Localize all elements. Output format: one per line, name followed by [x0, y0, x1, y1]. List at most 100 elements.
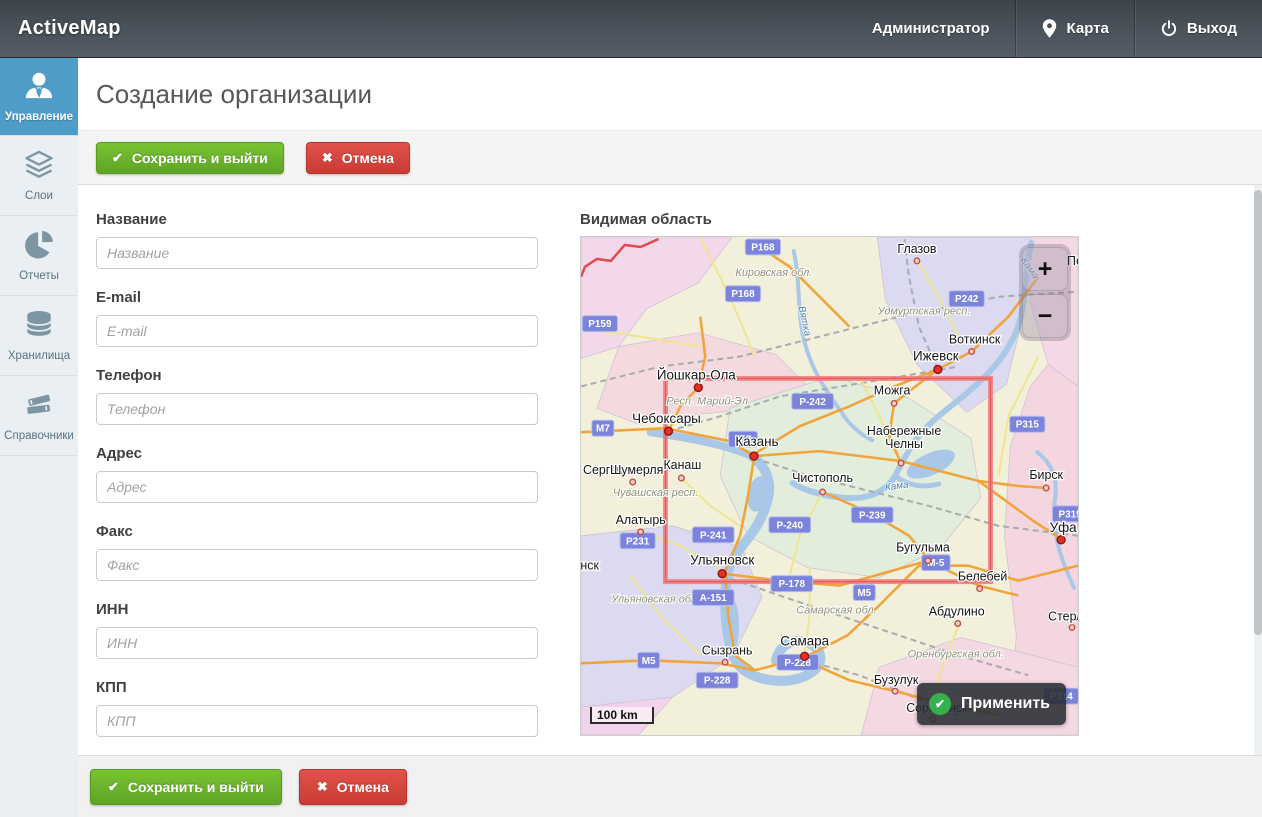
fax-input[interactable]: [96, 549, 538, 581]
field-label: E-mail: [96, 289, 538, 306]
phone-input[interactable]: [96, 393, 538, 425]
save-button[interactable]: ✔ Сохранить и выйти: [96, 142, 284, 174]
svg-text:М7: М7: [596, 424, 610, 435]
sidebar-item-label: Управление: [5, 111, 73, 123]
svg-text:Р231: Р231: [626, 536, 650, 547]
svg-text:Р168: Р168: [731, 289, 755, 300]
map-city: Абдулино: [929, 604, 985, 626]
svg-text:Сызрань: Сызрань: [702, 643, 753, 657]
vertical-scrollbar[interactable]: [1254, 185, 1262, 755]
app-logo: ActiveMap: [0, 17, 121, 40]
cross-icon: ✖: [322, 150, 333, 166]
location-pin-icon: [1041, 18, 1058, 39]
svg-text:Р315: Р315: [1016, 420, 1040, 431]
svg-text:Р-228: Р-228: [704, 676, 731, 687]
map-city: Канаш: [663, 458, 701, 481]
region-label: Оренбургская обл.: [908, 648, 1004, 660]
svg-text:М5: М5: [857, 588, 871, 599]
cancel-button[interactable]: ✖ Отмена: [306, 142, 410, 174]
map-city: Шумерля: [610, 463, 663, 485]
sidebar-item-layers[interactable]: Слои: [0, 136, 78, 216]
sidebar-item-label: Справочники: [4, 430, 74, 442]
svg-text:Воткинск: Воткинск: [949, 333, 1001, 347]
svg-text:Ульяновск: Ульяновск: [690, 553, 754, 568]
road-badge: Р-178: [771, 576, 813, 592]
map-city: Саранск: [581, 559, 599, 573]
logout-link[interactable]: Выход: [1135, 0, 1262, 57]
svg-text:Шумерля: Шумерля: [610, 463, 663, 477]
map-scale-bar: 100 km: [590, 707, 654, 724]
svg-text:Белебей: Белебей: [958, 570, 1007, 584]
sidebar-item-label: Хранилища: [8, 350, 70, 362]
power-icon: [1160, 19, 1178, 38]
svg-text:Р242: Р242: [955, 294, 979, 305]
email-input[interactable]: [96, 315, 538, 347]
road-badge: М5: [853, 585, 875, 601]
check-circle-icon: ✔: [929, 693, 951, 715]
river-label: Вятка: [796, 305, 813, 338]
sidebar-item-label: Слои: [25, 190, 53, 202]
sidebar-item-management[interactable]: Управление: [0, 58, 78, 136]
map-svg: Кировская обл.Удмуртская респ.Респ. Мари…: [581, 237, 1078, 735]
svg-text:Самара: Самара: [780, 633, 829, 648]
road-badge: Р-228: [696, 672, 738, 688]
scrollbar-thumb[interactable]: [1254, 190, 1262, 635]
zoom-in-button[interactable]: +: [1022, 247, 1068, 291]
sidebar-item-directories[interactable]: Справочники: [0, 376, 78, 456]
page-header: Создание организации: [78, 58, 1262, 131]
svg-text:Бугульма: Бугульма: [896, 541, 950, 555]
layers-icon: [21, 147, 57, 183]
region-label: Респ. Марий-Эл: [666, 395, 748, 407]
svg-text:Р-242: Р-242: [799, 397, 826, 408]
database-icon: [21, 307, 57, 343]
svg-text:Р-239: Р-239: [859, 510, 886, 521]
road-badge: Р231: [620, 533, 655, 549]
svg-text:Бузулук: Бузулук: [874, 673, 919, 687]
top-bar: ActiveMap Администратор Карта Выход: [0, 0, 1262, 58]
map-viewport[interactable]: Кировская обл.Удмуртская респ.Респ. Мари…: [580, 236, 1079, 736]
svg-text:Чистополь: Чистополь: [792, 471, 853, 485]
main-panel: Создание организации ✔ Сохранить и выйти…: [78, 58, 1262, 817]
svg-text:Чебоксары: Чебоксары: [632, 411, 701, 426]
sidebar: Управление Слои Отчеты Хранилища Справоч…: [0, 58, 78, 817]
road-badge: Р-242: [792, 393, 834, 409]
road-badge: Р168: [725, 286, 760, 302]
svg-text:Уфа: Уфа: [1050, 520, 1078, 535]
svg-text:Ижевск: Ижевск: [913, 348, 959, 363]
address-input[interactable]: [96, 471, 538, 503]
sidebar-item-reports[interactable]: Отчеты: [0, 216, 78, 296]
road-badge: Р-241: [692, 527, 734, 543]
field-phone: Телефон: [96, 367, 538, 425]
map-link[interactable]: Карта: [1016, 0, 1134, 57]
field-label: Факс: [96, 523, 538, 540]
cancel-button-bottom[interactable]: ✖ Отмена: [299, 769, 407, 805]
region-label: Удмуртская респ.: [876, 306, 970, 318]
svg-text:Алатырь: Алатырь: [616, 513, 666, 527]
save-button-bottom[interactable]: ✔ Сохранить и выйти: [90, 769, 282, 805]
road-badge: М5: [638, 652, 660, 668]
field-address: Адрес: [96, 445, 538, 503]
svg-text:Глазов: Глазов: [897, 242, 936, 256]
page-title: Создание организации: [78, 79, 372, 110]
road-badge: А-151: [692, 590, 734, 606]
map-zoom-controls: + −: [1019, 244, 1071, 341]
road-badge: Р-239: [851, 507, 893, 523]
region-label: Самарская обл.: [796, 604, 876, 616]
svg-text:Р168: Р168: [751, 242, 775, 253]
road-badge: Р315: [1010, 416, 1045, 432]
svg-text:Казань: Казань: [735, 434, 778, 449]
pie-chart-icon: [21, 227, 57, 263]
kpp-input[interactable]: [96, 705, 538, 737]
svg-text:Р-241: Р-241: [700, 530, 727, 541]
check-icon: ✔: [112, 150, 123, 166]
field-name: Название: [96, 211, 538, 269]
svg-text:Р-178: Р-178: [778, 579, 805, 590]
field-kpp: КПП: [96, 679, 538, 737]
svg-text:Можга: Можга: [874, 383, 911, 397]
region-label: Чувашская респ.: [613, 487, 699, 499]
zoom-out-button[interactable]: −: [1022, 294, 1068, 338]
name-input[interactable]: [96, 237, 538, 269]
apply-button[interactable]: ✔ Применить: [917, 683, 1066, 725]
inn-input[interactable]: [96, 627, 538, 659]
sidebar-item-storages[interactable]: Хранилища: [0, 296, 78, 376]
